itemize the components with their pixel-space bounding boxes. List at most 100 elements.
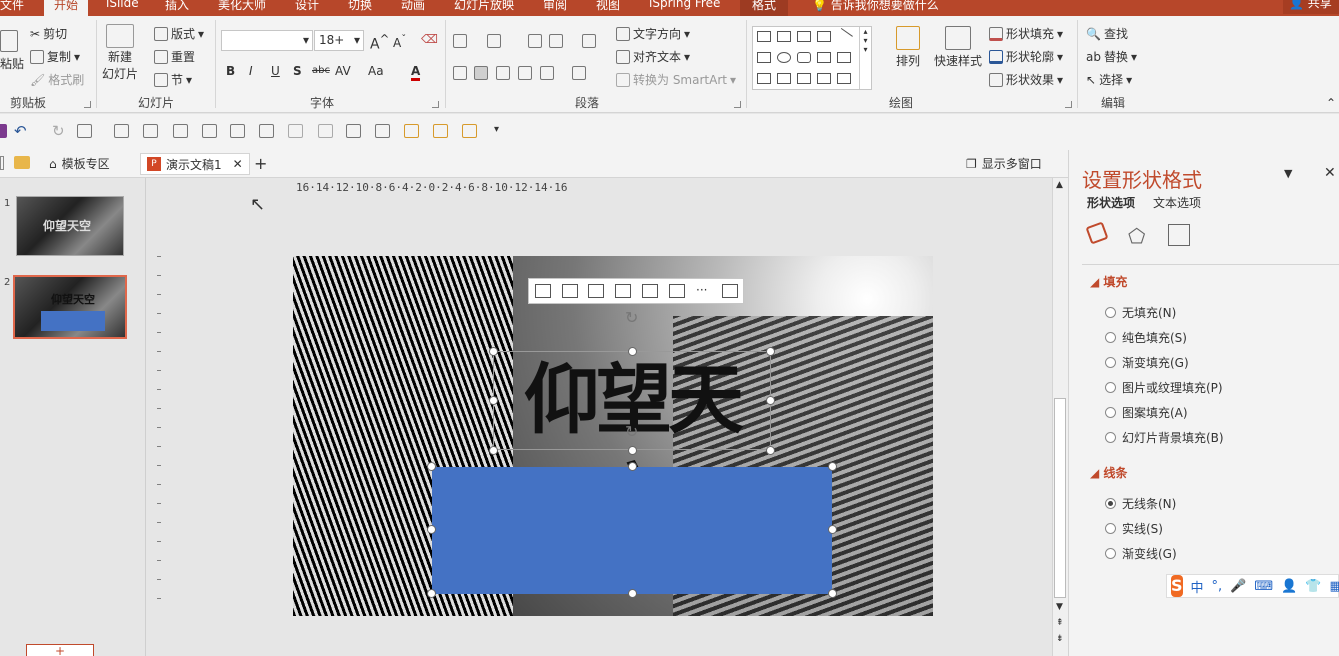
tab-shape-options[interactable]: 形状选项 xyxy=(1087,194,1135,211)
distribute-icon[interactable] xyxy=(540,66,554,80)
align-bottom-icon[interactable] xyxy=(259,124,274,138)
islide-icon[interactable] xyxy=(0,124,7,138)
align-right-icon[interactable] xyxy=(496,66,510,80)
tab-document[interactable]: P 演示文稿1 ✕ xyxy=(140,153,250,175)
tab-view[interactable]: 视图 xyxy=(596,0,620,16)
smartart-button[interactable]: 转换为 SmartArt ▾ xyxy=(616,71,736,88)
slide-thumbnail-2[interactable]: 仰望天空 xyxy=(13,275,127,339)
shape-vtextbox-icon[interactable] xyxy=(817,31,831,42)
align-middle-icon[interactable] xyxy=(669,284,685,298)
shape-arrow-down-icon[interactable] xyxy=(777,73,791,84)
font-name-combo[interactable]: ▾ xyxy=(221,30,313,51)
radio-no-line[interactable]: 无线条(N) xyxy=(1105,495,1176,512)
align-text-button[interactable]: 对齐文本 ▾ xyxy=(616,48,690,65)
prev-slide-icon[interactable]: ⇞ xyxy=(1056,618,1064,628)
shape-textbox-icon[interactable] xyxy=(797,31,811,42)
tab-format[interactable]: 格式 xyxy=(740,0,789,16)
font-size-combo[interactable]: 18+ ▾ xyxy=(314,30,364,51)
shape-line-icon[interactable] xyxy=(835,27,853,46)
radio-solid-fill[interactable]: 纯色填充(S) xyxy=(1105,329,1187,346)
size-properties-icon[interactable] xyxy=(1168,224,1190,246)
shape-freeform-icon[interactable] xyxy=(817,73,831,84)
resize-handle[interactable] xyxy=(628,446,637,455)
justify-icon[interactable] xyxy=(518,66,532,80)
shape-fill-button[interactable]: 形状填充 ▾ xyxy=(989,25,1063,42)
shape-rectangle-icon[interactable] xyxy=(757,52,771,63)
grid-icon[interactable]: ▦ xyxy=(1330,579,1339,594)
italic-button[interactable]: I xyxy=(249,64,253,78)
customize-toolbar-icon[interactable]: ▾ xyxy=(494,124,499,135)
tab-islide[interactable]: iSlide xyxy=(106,0,139,16)
resize-handle[interactable] xyxy=(766,347,775,356)
new-slide-button[interactable]: 新建 幻灯片 xyxy=(102,24,138,82)
font-color-button[interactable]: A xyxy=(411,64,421,81)
tab-review[interactable]: 审阅 xyxy=(543,0,567,16)
resize-handle[interactable] xyxy=(828,525,837,534)
decrease-font-icon[interactable]: Aˇ xyxy=(393,34,406,50)
share-button[interactable]: 👤 共享 xyxy=(1283,0,1339,14)
shadow-button[interactable]: S xyxy=(293,64,302,78)
scrollbar-thumb[interactable] xyxy=(1054,398,1066,598)
bold-button[interactable]: B xyxy=(226,64,235,78)
resize-handle[interactable] xyxy=(828,462,837,471)
select-button[interactable]: ↖ 选择 ▾ xyxy=(1086,71,1132,88)
shape-rect-icon[interactable] xyxy=(757,31,771,42)
multi-window-button[interactable]: ❐ 显示多窗口 xyxy=(966,155,1042,172)
align-right-icon[interactable] xyxy=(562,284,578,298)
distribute-h-icon[interactable] xyxy=(288,124,303,138)
clear-format-icon[interactable]: ⌫ xyxy=(421,32,438,46)
increase-indent-icon[interactable] xyxy=(549,34,563,48)
radio-pattern-fill[interactable]: 图案填充(A) xyxy=(1105,404,1188,421)
distribute-v-icon[interactable] xyxy=(318,124,333,138)
replace-button[interactable]: ab 替换 ▾ xyxy=(1086,48,1137,65)
shape-triangle2-icon[interactable] xyxy=(817,52,831,63)
scroll-up-icon[interactable]: ▲ xyxy=(1056,180,1063,190)
skin-icon[interactable]: 👕 xyxy=(1305,579,1321,594)
resize-handle[interactable] xyxy=(427,589,436,598)
tab-transitions[interactable]: 切换 xyxy=(348,0,372,16)
increase-font-icon[interactable]: A^ xyxy=(370,32,389,53)
radio-gradient-line[interactable]: 渐变线(G) xyxy=(1105,545,1177,562)
tab-home[interactable]: 开始 xyxy=(44,0,89,16)
gallery-scroll-icon[interactable]: ▴ ▾ ▾ xyxy=(859,27,871,89)
tell-me-box[interactable]: 💡 告诉我你想要做什么 xyxy=(812,0,939,13)
shape-arc-icon[interactable] xyxy=(837,73,851,84)
rotate-handle-icon[interactable]: ↻ xyxy=(625,308,638,327)
bullets-icon[interactable] xyxy=(453,34,467,48)
align-left-icon[interactable] xyxy=(114,124,129,138)
resize-handle[interactable] xyxy=(628,589,637,598)
resize-handle[interactable] xyxy=(628,462,637,471)
underline-button[interactable]: U xyxy=(271,64,280,78)
paragraph-launcher-icon[interactable] xyxy=(734,101,741,108)
selection-pane-icon[interactable] xyxy=(462,124,477,138)
resize-handle[interactable] xyxy=(628,347,637,356)
effects-pentagon-icon[interactable]: ⬠ xyxy=(1128,224,1150,248)
tab-design[interactable]: 设计 xyxy=(295,0,319,16)
shape-pentagon-icon[interactable] xyxy=(797,73,811,84)
arrange-button[interactable]: 排列 xyxy=(896,26,920,69)
resize-handle[interactable] xyxy=(489,347,498,356)
align-center-icon[interactable] xyxy=(474,66,488,80)
view-icon[interactable] xyxy=(77,124,92,138)
close-pane-icon[interactable]: ✕ xyxy=(1324,165,1336,181)
drawing-launcher-icon[interactable] xyxy=(1065,101,1072,108)
next-slide-icon[interactable]: ⇟ xyxy=(1056,634,1064,644)
slide-canvas[interactable]: 仰望天空 ↻ ↻ xyxy=(293,256,933,616)
find-button[interactable]: 🔍 查找 xyxy=(1086,25,1128,42)
cut-button[interactable]: ✂ 剪切 xyxy=(30,25,67,42)
tab-insert[interactable]: 插入 xyxy=(165,0,189,16)
rotate-handle-icon[interactable]: ↻ xyxy=(625,422,638,441)
radio-gradient-fill[interactable]: 渐变填充(G) xyxy=(1105,354,1189,371)
columns-icon[interactable] xyxy=(572,66,586,80)
align-left-icon[interactable] xyxy=(535,284,551,298)
paste-button[interactable]: 粘贴 xyxy=(0,30,24,72)
back-icon[interactable] xyxy=(0,156,4,170)
tab-beautify[interactable]: 美化大师 xyxy=(218,0,266,16)
copy-button[interactable]: 复制 ▾ xyxy=(30,48,80,65)
strikethrough-button[interactable]: abc xyxy=(312,65,330,76)
line-spacing-icon[interactable] xyxy=(582,34,596,48)
align-left-icon[interactable] xyxy=(453,66,467,80)
collapse-ribbon-icon[interactable]: ⌃ xyxy=(1326,96,1336,110)
font-launcher-icon[interactable] xyxy=(432,101,439,108)
new-tab-icon[interactable]: + xyxy=(254,154,267,173)
